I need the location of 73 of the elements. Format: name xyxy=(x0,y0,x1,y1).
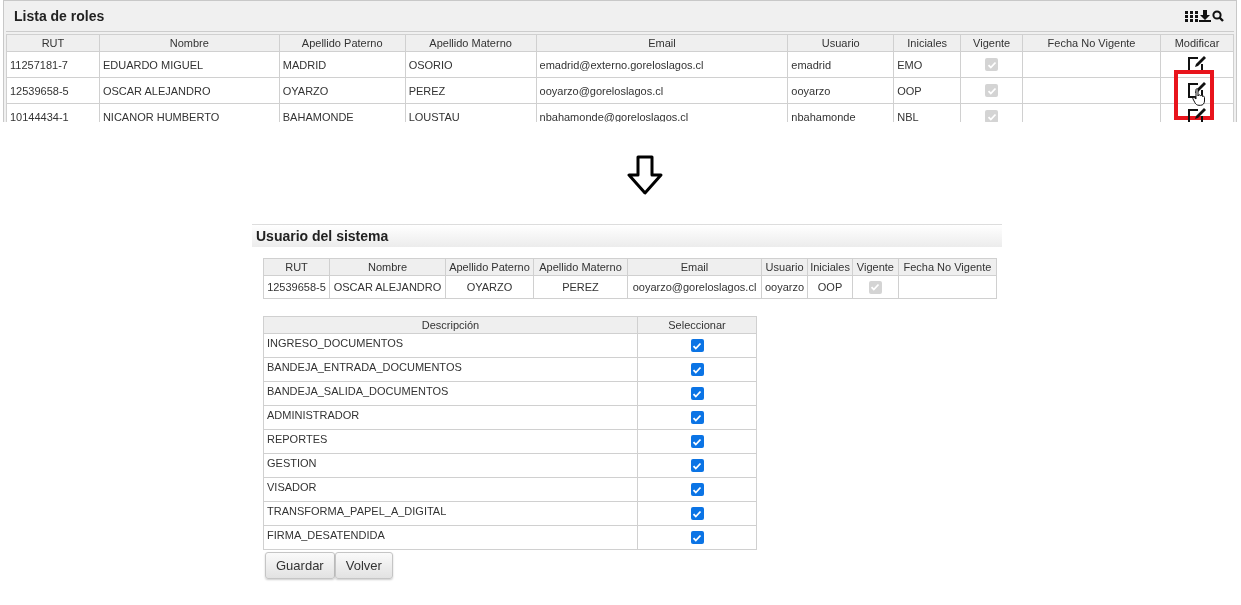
table-cell: ooyarzo@goreloslagos.cl xyxy=(536,77,788,104)
role-checkbox[interactable] xyxy=(690,411,704,425)
table-cell: OYARZO xyxy=(279,77,406,104)
hand-cursor-icon xyxy=(1192,88,1206,106)
table-cell: OSORIO xyxy=(405,51,537,78)
column-header: Apellido Paterno xyxy=(445,258,534,276)
role-checkbox[interactable] xyxy=(690,363,704,377)
save-button[interactable]: Guardar xyxy=(265,552,335,579)
column-header: Apellido Materno xyxy=(405,34,537,52)
role-checkbox[interactable] xyxy=(690,339,704,353)
role-name: BANDEJA_SALIDA_DOCUMENTOS xyxy=(263,381,638,406)
role-checkbox[interactable] xyxy=(690,459,704,473)
column-header: Fecha No Vigente xyxy=(1022,34,1161,52)
column-header: Seleccionar xyxy=(637,316,757,334)
role-name: BANDEJA_ENTRADA_DOCUMENTOS xyxy=(263,357,638,382)
role-checkbox[interactable] xyxy=(690,531,704,545)
down-arrow-icon xyxy=(625,155,665,195)
column-header: Modificar xyxy=(1160,34,1234,52)
column-header: Vigente xyxy=(960,34,1023,52)
table-cell: OOP xyxy=(807,275,853,299)
table-cell: PEREZ xyxy=(533,275,628,299)
column-header: Email xyxy=(536,34,788,52)
table-cell: ooyarzo xyxy=(761,275,808,299)
role-name: FIRMA_DESATENDIDA xyxy=(263,525,638,550)
role-name: REPORTES xyxy=(263,429,638,454)
back-button[interactable]: Volver xyxy=(334,552,393,579)
role-checkbox[interactable] xyxy=(690,483,704,497)
table-cell: OSCAR ALEJANDRO xyxy=(329,275,446,299)
column-header: Nombre xyxy=(99,34,280,52)
column-header: Apellido Materno xyxy=(533,258,628,276)
table-cell: OYARZO xyxy=(445,275,534,299)
column-header: Apellido Paterno xyxy=(279,34,406,52)
column-header: Fecha No Vigente xyxy=(898,258,997,276)
column-header: Vigente xyxy=(852,258,899,276)
column-header: Iniciales xyxy=(893,34,961,52)
role-checkbox[interactable] xyxy=(690,507,704,521)
column-header: Usuario xyxy=(787,34,894,52)
download-icon[interactable] xyxy=(1199,10,1211,22)
role-name: TRANSFORMA_PAPEL_A_DIGITAL xyxy=(263,501,638,526)
role-checkbox[interactable] xyxy=(690,435,704,449)
column-header: Nombre xyxy=(329,258,446,276)
table-cell: 12539658-5 xyxy=(263,275,330,299)
table-cell: emadrid xyxy=(787,51,894,78)
column-header: Iniciales xyxy=(807,258,853,276)
role-checkbox[interactable] xyxy=(690,387,704,401)
edit-icon[interactable] xyxy=(1186,81,1208,99)
table-cell: OOP xyxy=(893,77,961,104)
table-cell: EMO xyxy=(893,51,961,78)
column-header: Descripción xyxy=(263,316,638,334)
table-cell: PEREZ xyxy=(405,77,537,104)
column-header: Usuario xyxy=(761,258,808,276)
table-cell: emadrid@externo.goreloslagos.cl xyxy=(536,51,788,78)
role-name: INGRESO_DOCUMENTOS xyxy=(263,333,638,358)
table-cell: 10144434-1 xyxy=(6,103,100,122)
table-cell: OSCAR ALEJANDRO xyxy=(99,77,280,104)
grid-icon[interactable] xyxy=(1185,10,1198,22)
role-name: VISADOR xyxy=(263,477,638,502)
role-name: GESTION xyxy=(263,453,638,478)
table-cell: MADRID xyxy=(279,51,406,78)
table-cell: ooyarzo xyxy=(787,77,894,104)
panel-title: Lista de roles xyxy=(14,8,105,24)
role-name: ADMINISTRADOR xyxy=(263,405,638,430)
column-header: RUT xyxy=(6,34,100,52)
table-cell: EDUARDO MIGUEL xyxy=(99,51,280,78)
section-title: Usuario del sistema xyxy=(256,228,389,244)
search-icon[interactable] xyxy=(1212,10,1224,22)
table-cell: 12539658-5 xyxy=(6,77,100,104)
table-cell: ooyarzo@goreloslagos.cl xyxy=(627,275,762,299)
table-cell: 11257181-7 xyxy=(6,51,100,78)
edit-icon[interactable] xyxy=(1186,107,1208,122)
edit-icon[interactable] xyxy=(1186,55,1208,73)
column-header: Email xyxy=(627,258,762,276)
column-header: RUT xyxy=(263,258,330,276)
